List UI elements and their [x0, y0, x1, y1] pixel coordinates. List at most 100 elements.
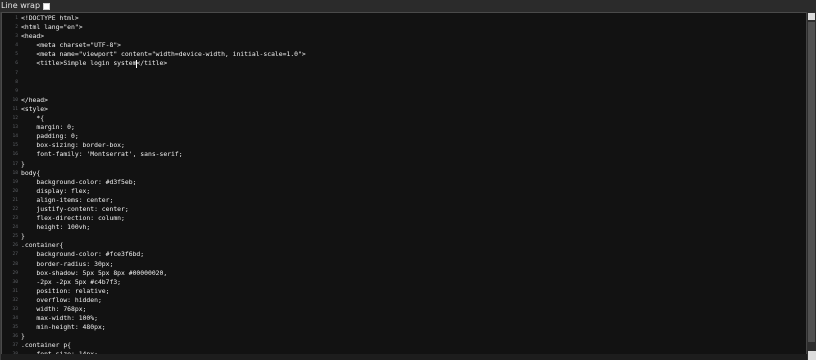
code-line: 12 *{ — [2, 114, 800, 123]
code-line: 27 background-color: #fce3f6bd; — [2, 250, 800, 259]
code-text: <title>Simple login system</title> — [21, 59, 168, 68]
code-line: 4 <meta charset="UTF-8"> — [2, 41, 800, 50]
code-text: border-radius: 30px; — [21, 259, 114, 268]
code-line: 26 .container{ — [2, 241, 800, 250]
code-line: 3 <head> — [2, 32, 800, 41]
line-number: 8 — [15, 79, 18, 85]
line-number: 4 — [15, 43, 18, 49]
code-line: 13 margin: 0; — [2, 123, 800, 132]
line-number: 27 — [12, 252, 18, 258]
code-line: 1 <!DOCTYPE html> — [2, 14, 800, 23]
code-text: background-color: #fce3f6bd; — [21, 250, 145, 259]
line-number: 12 — [12, 116, 18, 122]
code-line: 36} — [2, 332, 800, 341]
code-line: 24 height: 100vh; — [2, 223, 800, 232]
code-line: 30 -2px -2px 5px #c4b7f3; — [2, 278, 800, 287]
line-number: 19 — [12, 179, 18, 185]
code-line: 29 box-shadow: 5px 5px 8px #00000020, — [2, 269, 800, 278]
code-text: <!DOCTYPE html> — [21, 14, 79, 22]
code-text: <meta name="viewport" content="width=dev… — [21, 50, 306, 59]
line-number: 18 — [12, 170, 18, 176]
line-number: 37 — [12, 343, 18, 349]
code-line: 2 <html lang="en"> — [2, 23, 800, 32]
code-lines: 1 <!DOCTYPE html> 2 <html lang="en"> 3 <head>… — [2, 14, 800, 359]
code-line: 37 .container p{ — [2, 341, 800, 350]
code-text: box-sizing: border-box; — [21, 141, 125, 150]
code-line: 22 justify-content: center; — [2, 205, 800, 214]
line-wrap-label: Line wrap — [1, 1, 41, 10]
scrollbar-thumb[interactable] — [808, 22, 815, 342]
line-number: 3 — [15, 34, 18, 40]
code-line: 31 position: relative; — [2, 287, 800, 296]
line-number: 23 — [12, 216, 18, 222]
editor-toolbar: Line wrap — [0, 0, 816, 12]
code-text: font-family: 'Montserrat', sans-serif; — [21, 150, 183, 159]
line-number: 1 — [15, 16, 18, 21]
line-number: 32 — [12, 297, 18, 303]
code-line: 16 font-family: 'Montserrat', sans-serif… — [2, 150, 800, 159]
code-line: 17} — [2, 160, 800, 169]
code-text: </head> — [21, 95, 48, 104]
code-text: .container p{ — [21, 341, 72, 350]
line-number: 11 — [12, 106, 18, 112]
line-number: 31 — [12, 288, 18, 294]
code-text: overflow: hidden; — [21, 295, 102, 304]
line-number: 33 — [12, 307, 18, 312]
code-text: align-items: center; — [21, 195, 114, 204]
code-text: min-height: 480px; — [21, 323, 106, 332]
code-text: background-color: #d3f5eb; — [21, 177, 137, 186]
line-number: 2 — [15, 25, 18, 31]
line-number: 24 — [12, 225, 18, 231]
line-number: 34 — [12, 316, 18, 322]
horizontal-scrollbar[interactable] — [1, 351, 816, 360]
code-text: padding: 0; — [21, 132, 79, 141]
code-text: } — [21, 332, 25, 341]
line-number: 28 — [12, 261, 18, 267]
code-line: 14 padding: 0; — [2, 132, 800, 141]
line-number: 30 — [12, 279, 18, 285]
code-line: 19 background-color: #d3f5eb; — [2, 178, 800, 187]
code-line: 25} — [2, 232, 800, 241]
line-number: 35 — [12, 325, 18, 331]
code-text: .container{ — [21, 241, 64, 250]
line-number: 21 — [12, 197, 18, 203]
code-line: 8 — [2, 78, 800, 87]
code-text: <meta charset="UTF-8"> — [21, 41, 122, 50]
code-line: 32 overflow: hidden; — [2, 296, 800, 305]
code-text: display: flex; — [21, 186, 91, 195]
line-number: 13 — [12, 125, 18, 131]
line-number: 5 — [15, 52, 18, 58]
code-text: box-shadow: 5px 5px 8px #00000020, — [21, 268, 168, 277]
code-line: 7 — [2, 69, 800, 78]
code-line: 6 <title>Simple login system</title> — [2, 59, 800, 68]
code-line: 9 — [2, 87, 800, 96]
line-wrap-checkbox[interactable] — [43, 2, 51, 10]
code-editor[interactable]: 1 <!DOCTYPE html> 2 <html lang="en"> 3 <head>… — [1, 12, 807, 360]
line-number: 10 — [12, 97, 18, 103]
line-number: 20 — [12, 188, 18, 194]
line-number: 16 — [12, 152, 18, 158]
code-line: 21 align-items: center; — [2, 196, 800, 205]
code-text: height: 100vh; — [21, 223, 91, 232]
code-text: margin: 0; — [21, 123, 75, 132]
line-number: 25 — [12, 234, 18, 240]
code-text: -2px -2px 5px #c4b7f3; — [21, 277, 122, 286]
code-text: justify-content: center; — [21, 204, 129, 213]
code-line: 11 <style> — [2, 105, 800, 114]
code-text: <head> — [21, 32, 45, 41]
line-number: 6 — [15, 61, 18, 67]
line-number: 7 — [15, 70, 18, 76]
code-text: max-width: 100%; — [21, 314, 98, 323]
line-number: 15 — [12, 143, 18, 149]
code-text: flex-direction: column; — [21, 214, 125, 223]
arrow-up-icon[interactable] — [808, 13, 815, 20]
line-number: 9 — [15, 88, 18, 94]
vertical-scrollbar[interactable] — [806, 12, 816, 360]
code-line: 5 <meta name="viewport" content="width=d… — [2, 50, 800, 59]
text-caret — [136, 60, 137, 68]
code-text: *{ — [21, 114, 45, 123]
code-line: 10 </head> — [2, 96, 800, 105]
line-number: 14 — [12, 134, 18, 140]
code-line: 34 max-width: 100%; — [2, 314, 800, 323]
code-line: 23 flex-direction: column; — [2, 214, 800, 223]
